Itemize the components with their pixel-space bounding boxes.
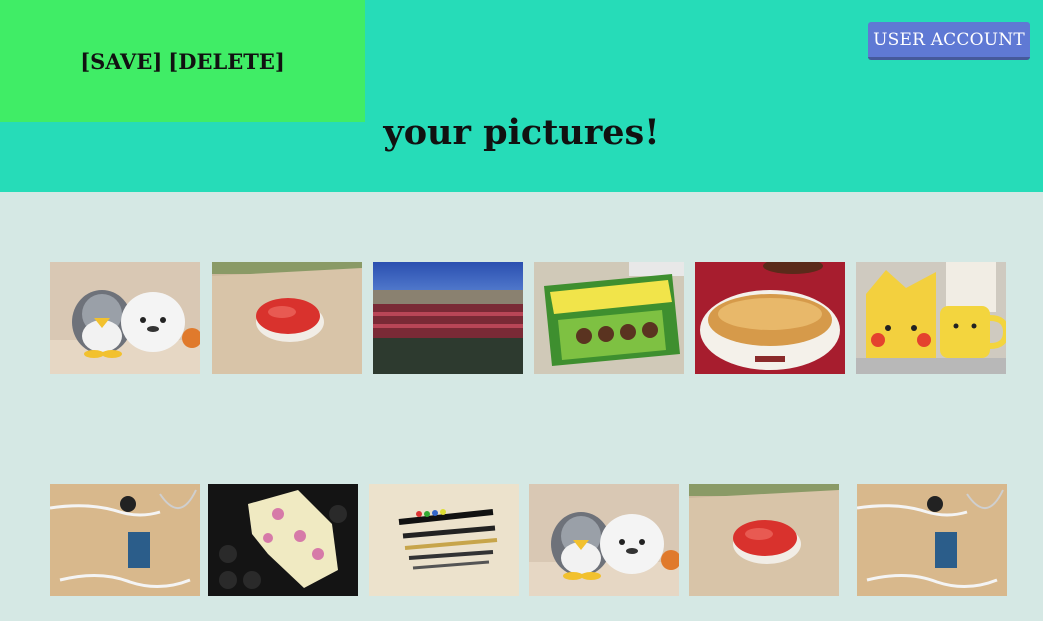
photo-takenoko-snack-box[interactable] [534, 262, 684, 374]
save-button[interactable]: [SAVE] [80, 49, 162, 74]
photo-bread-plate[interactable] [695, 262, 845, 374]
photo-stadium[interactable] [373, 262, 523, 374]
header-bar: [SAVE] [DELETE] USER ACCOUNT your pictur… [0, 0, 1043, 192]
photo-tuna-sushi[interactable] [212, 262, 362, 374]
photo-earphones-cable[interactable] [857, 484, 1007, 596]
photo-penguin-seal-plush[interactable] [529, 484, 679, 596]
photo-earphones-cable[interactable] [50, 484, 200, 596]
user-account-button[interactable]: USER ACCOUNT [868, 22, 1030, 60]
delete-button[interactable]: [DELETE] [168, 49, 285, 74]
page-title: your pictures! [383, 112, 660, 153]
photo-takoyaki-pan[interactable] [208, 484, 358, 596]
photo-pikachu-box-mug[interactable] [856, 262, 1006, 374]
photo-pens-set[interactable] [369, 484, 519, 596]
photo-tuna-sushi[interactable] [689, 484, 839, 596]
photo-penguin-seal-plush[interactable] [50, 262, 200, 374]
action-panel: [SAVE] [DELETE] [0, 0, 365, 122]
